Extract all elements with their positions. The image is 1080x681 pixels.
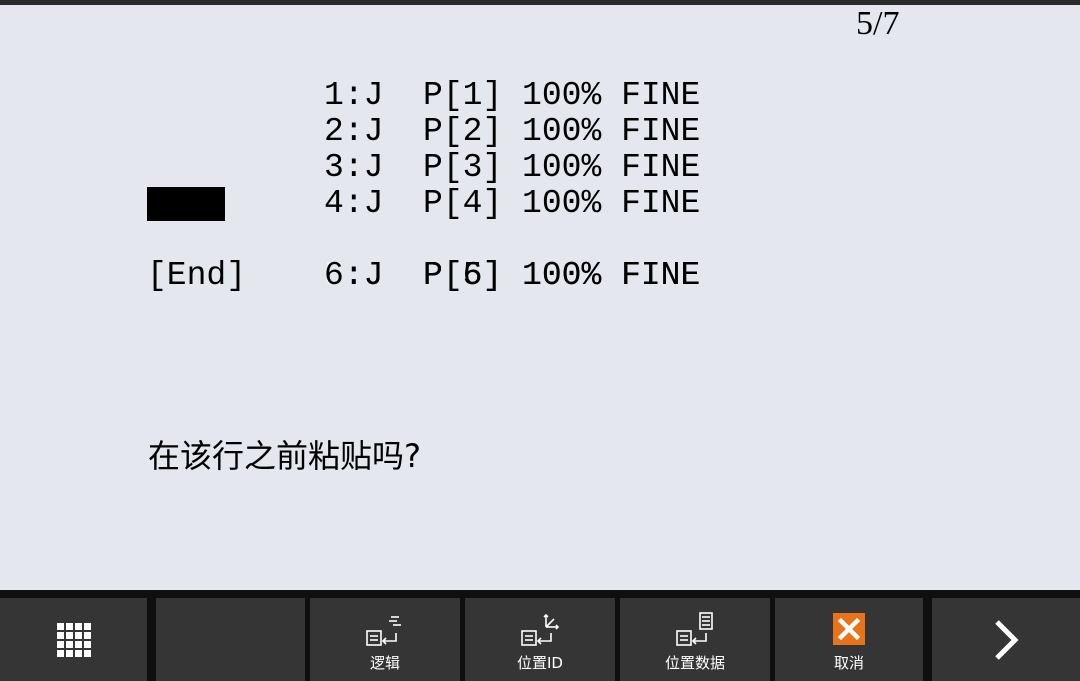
chevron-right-icon <box>991 618 1021 662</box>
teach-pendant-screen: 5/7 1:J P[1] 100% FINE 2:J P[2] 100% FIN… <box>0 0 1080 681</box>
f3-position-id-key[interactable]: 位置ID <box>465 598 615 681</box>
confirm-prompt: 在该行之前粘贴吗? <box>148 437 421 475</box>
line-number: 1 <box>324 77 344 114</box>
line-instruction: :J P[2] 100% FINE <box>343 113 701 150</box>
line-instruction: :J P[3] 100% FINE <box>343 149 701 186</box>
program-listing: 1:J P[1] 100% FINE 2:J P[2] 100% FINE 3:… <box>147 42 700 294</box>
f4-position-data-key[interactable]: 位置数据 <box>620 598 770 681</box>
function-key-bar: 逻辑 位置ID 位置数据 取消 <box>0 590 1080 681</box>
f5-cancel-key[interactable]: 取消 <box>775 598 923 681</box>
f2-logic-key[interactable]: 逻辑 <box>310 598 460 681</box>
f1-key[interactable] <box>156 598 305 681</box>
top-border <box>0 0 1080 5</box>
program-line[interactable]: 1:J P[1] 100% FINE <box>147 42 700 114</box>
f5-label: 取消 <box>833 654 864 672</box>
line-instruction: :J P[4] 100% FINE <box>343 185 701 222</box>
line-number: 4 <box>324 185 344 222</box>
f4-label: 位置数据 <box>664 654 725 672</box>
next-page-key[interactable] <box>932 598 1080 681</box>
f2-label: 逻辑 <box>369 654 400 672</box>
program-line[interactable]: 6:J P[6] 100% FINE <box>147 222 700 294</box>
grid-menu-icon <box>56 622 91 657</box>
paste-position-id-icon <box>518 611 562 651</box>
paste-logic-icon <box>363 611 407 651</box>
line-cursor <box>147 187 225 221</box>
line-instruction: :J P[6] 100% FINE <box>343 257 701 294</box>
line-number: 2 <box>324 113 344 150</box>
cancel-x-icon <box>833 613 865 645</box>
line-number: 6 <box>324 257 344 294</box>
line-number: 3 <box>324 149 344 186</box>
line-instruction: :J P[1] 100% FINE <box>343 77 701 114</box>
paste-position-data-icon <box>673 611 717 651</box>
f3-label: 位置ID <box>517 654 563 672</box>
menu-key[interactable] <box>0 598 147 681</box>
page-indicator: 5/7 <box>856 5 900 42</box>
